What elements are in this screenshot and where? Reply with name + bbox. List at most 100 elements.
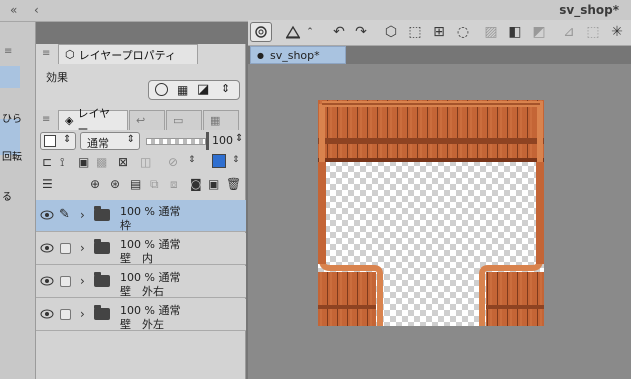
opacity-slider[interactable] <box>146 138 206 145</box>
mask-icon[interactable]: ◧ <box>504 22 526 42</box>
stepper-icon: ⇕ <box>126 134 135 145</box>
lighthouse-icon[interactable]: ⟟ <box>60 155 64 170</box>
grid-icon[interactable]: ⬚ <box>582 22 604 42</box>
app-title: sv_shop* <box>559 3 619 17</box>
layer-row-kabe-sotomigi[interactable]: › 100 % 通常 壁 外右 <box>36 266 246 298</box>
chevron-right-icon[interactable]: › <box>80 208 85 222</box>
clip-icon[interactable]: ⊏ <box>42 155 52 169</box>
layer-list-icon[interactable]: ☰ <box>42 177 53 191</box>
reference-icon[interactable]: ◫ <box>140 155 151 169</box>
back-icon[interactable]: ‹ <box>34 3 39 17</box>
layer-panel: ≡ ◈ レイヤー ↩ ▭ ▦ ⇕ 通常 ⇕ 100 ⇕ ⊏ ⟟ ▣ ▩ ⊠ ◫ … <box>36 107 246 379</box>
select-icon[interactable]: ⬚ <box>404 22 426 42</box>
folder-icon <box>94 206 110 221</box>
canvas-toolbar: ⌃ ↶ ↷ ⬡ ⬚ ⊞ ◌ ▨ ◧ ◩ ⊿ ⬚ ✳ <box>248 20 631 46</box>
tab-label: レイヤープロパティ <box>78 48 176 62</box>
menu-icon[interactable]: ≡ <box>42 48 50 59</box>
redo-icon[interactable]: ↷ <box>350 22 372 42</box>
trash-icon[interactable]: 🗑 <box>226 177 241 191</box>
folder-icon <box>94 272 110 287</box>
layer-checkbox[interactable] <box>60 243 71 254</box>
tab-3[interactable]: ▭ <box>166 110 202 130</box>
effects-toggle-group[interactable]: ▦ ◪ ⇕ <box>148 80 240 100</box>
undo-icon[interactable]: ↶ <box>328 22 350 42</box>
layer-color-select[interactable]: ⇕ <box>40 132 76 150</box>
eye-icon[interactable] <box>40 210 54 220</box>
layer-properties-panel: ≡ ⬡ レイヤープロパティ 効果 ▦ ◪ ⇕ <box>36 44 246 114</box>
left-panel: ≡ ひら 回転 る <box>0 22 36 379</box>
layer-checkbox[interactable] <box>60 276 71 287</box>
collapse-left-icon[interactable]: « <box>10 3 17 17</box>
new-raster-layer-icon[interactable]: ⊕ <box>90 177 100 191</box>
spiral-icon[interactable] <box>250 22 272 42</box>
fill-layer-icon[interactable] <box>282 22 304 42</box>
folder-icon <box>94 305 110 320</box>
left-text-3: る <box>2 192 12 203</box>
menu-icon[interactable]: ≡ <box>42 114 50 125</box>
eye-icon[interactable] <box>40 243 54 253</box>
mask-apply-icon[interactable]: ▣ <box>208 177 219 191</box>
tab-2[interactable]: ↩ <box>129 110 165 130</box>
stepper-icon[interactable]: ⇕ <box>232 155 240 165</box>
transfer-icon[interactable]: ⧉ <box>150 177 159 192</box>
modified-dot-icon: ● <box>257 50 264 60</box>
layer-name: 壁 内 <box>120 252 153 265</box>
layer-name: 壁 外右 <box>120 285 164 298</box>
layer-props-icon: ⬡ <box>65 48 75 61</box>
color-swatch-icon <box>44 135 56 147</box>
layer-row-waku[interactable]: ✎ › 100 % 通常 枠 <box>36 200 246 232</box>
layer-row-kabe-sotohidari[interactable]: › 100 % 通常 壁 外左 <box>36 299 246 331</box>
tab-4[interactable]: ▦ <box>203 110 239 130</box>
stepper-icon[interactable]: ⇕ <box>188 155 196 165</box>
select-off-icon[interactable]: ⊘ <box>168 155 178 169</box>
circle-effect-icon[interactable] <box>155 83 168 96</box>
new-folder-icon[interactable]: ▤ <box>130 177 141 191</box>
checker-effect-icon[interactable]: ▦ <box>177 83 188 97</box>
merge-icon[interactable]: ⧈ <box>170 177 178 192</box>
lock-alpha-icon[interactable]: ▩ <box>96 155 107 169</box>
layer-tools-row-1: ⊏ ⟟ ▣ ▩ ⊠ ◫ ⊘ ⇕ ⇕ <box>40 154 240 173</box>
pen-icon[interactable]: ✎ <box>59 207 70 222</box>
chevron-right-icon[interactable]: › <box>80 307 85 321</box>
crop-icon[interactable]: ⊞ <box>428 22 450 42</box>
tone-icon[interactable]: ◩ <box>528 22 550 42</box>
new-vector-layer-icon[interactable]: ⊛ <box>110 177 120 191</box>
layer-name: 壁 外左 <box>120 318 164 331</box>
overlap-effect-icon[interactable]: ◪ <box>197 82 209 97</box>
effects-label: 効果 <box>46 71 68 84</box>
canvas-area[interactable] <box>248 64 631 379</box>
eye-icon[interactable] <box>40 276 54 286</box>
dropdown-icon[interactable]: ⌃ <box>304 22 316 42</box>
rotate-icon[interactable]: ◌ <box>452 22 474 42</box>
layer-checkbox[interactable] <box>60 309 71 320</box>
folder-icon <box>94 239 110 254</box>
chevron-right-icon[interactable]: › <box>80 274 85 288</box>
opacity-slider-handle[interactable] <box>206 132 209 150</box>
transform-3d-icon[interactable]: ⬡ <box>380 22 402 42</box>
canvas-tab[interactable]: ● sv_shop* <box>250 46 346 64</box>
layer-name: 枠 <box>120 219 131 232</box>
chevron-right-icon[interactable]: › <box>80 241 85 255</box>
mask-create-icon[interactable]: ◙ <box>190 177 202 191</box>
stepper-icon[interactable]: ⇕ <box>221 82 230 95</box>
lock-icon[interactable]: ▣ <box>78 155 89 169</box>
blend-mode-select[interactable]: 通常 ⇕ <box>80 132 140 150</box>
layer-tools-row-2: ☰ ⊕ ⊛ ▤ ⧉ ⧈ ◙ ▣ 🗑 <box>40 177 241 195</box>
layer-color-icon[interactable] <box>212 154 226 168</box>
left-text-1: ひら <box>2 114 22 125</box>
blend-mode-value: 通常 <box>87 137 109 150</box>
tab-layer-properties[interactable]: ⬡ レイヤープロパティ <box>58 44 198 64</box>
tab-layer[interactable]: ◈ レイヤー <box>58 107 128 136</box>
stepper-icon[interactable]: ⇕ <box>235 133 243 144</box>
ruler-icon[interactable]: ⊿ <box>558 22 580 42</box>
canvas-tab-label: sv_shop* <box>269 48 320 62</box>
eye-icon[interactable] <box>40 309 54 319</box>
hatch-icon[interactable]: ▨ <box>480 22 502 42</box>
layer-row-kabe-uchi[interactable]: › 100 % 通常 壁 内 <box>36 233 246 265</box>
draft-icon[interactable]: ⊠ <box>118 155 128 169</box>
top-toolbar: « ‹ sv_shop* <box>0 0 631 22</box>
opacity-value[interactable]: 100 <box>212 134 233 147</box>
selected-item-highlight[interactable] <box>0 66 20 88</box>
artwork-canvas[interactable] <box>318 100 544 326</box>
menu-icon[interactable]: ≡ <box>4 46 12 57</box>
